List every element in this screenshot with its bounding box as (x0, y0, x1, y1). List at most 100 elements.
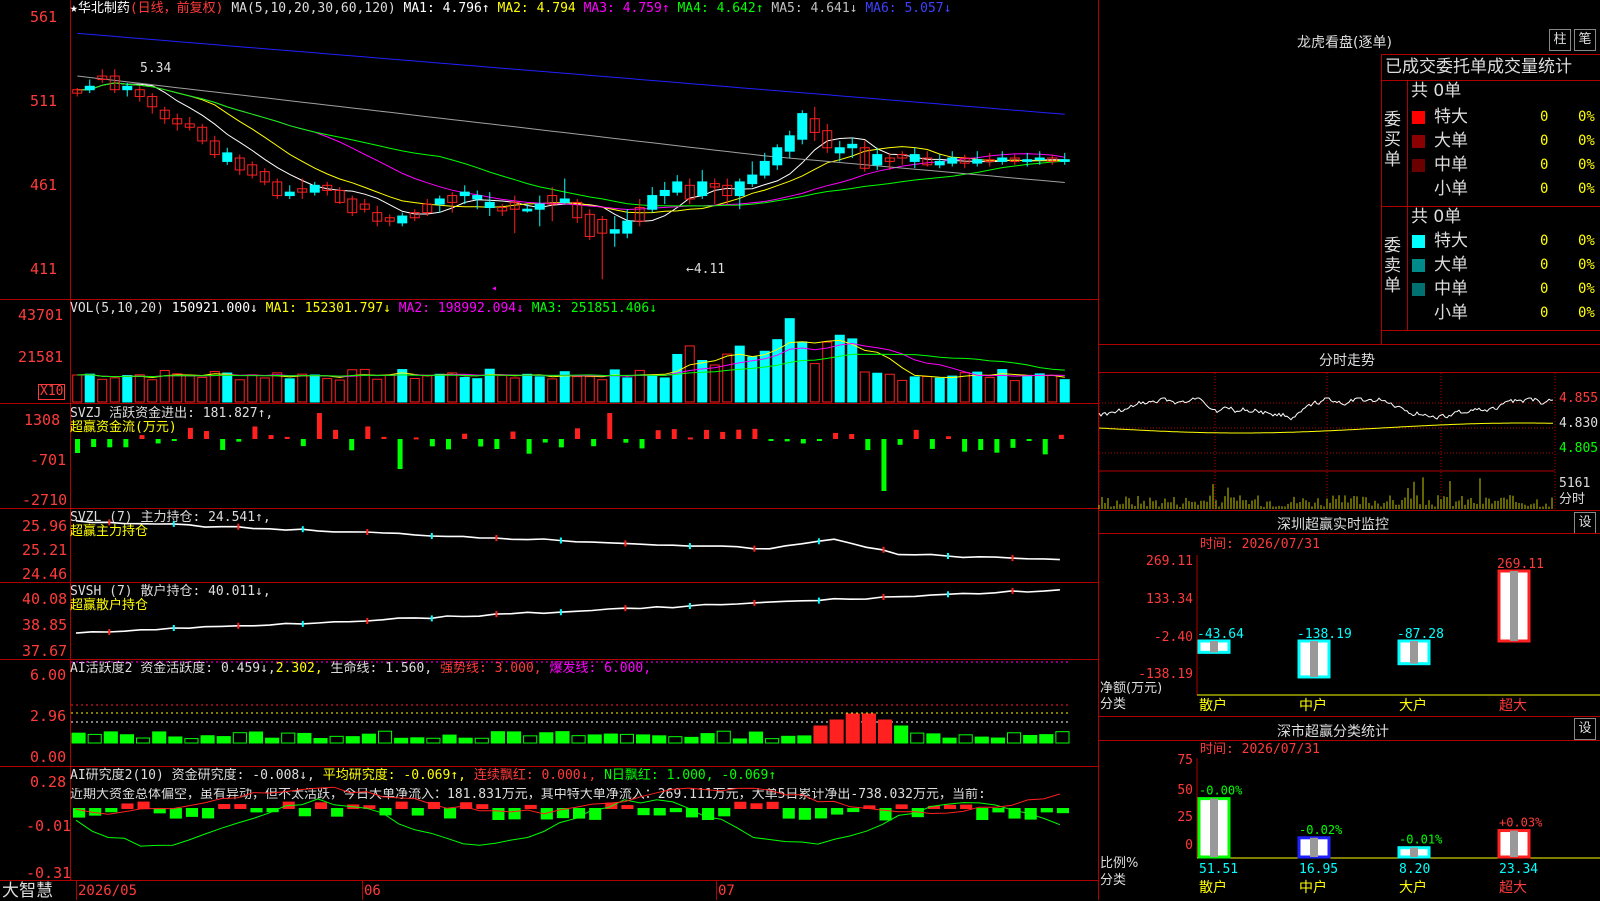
candle-body (947, 157, 958, 164)
activity-bar (571, 735, 586, 744)
research-bar (782, 808, 795, 819)
monitor-bar-label: 269.11 (1497, 557, 1544, 572)
volume-bar (422, 375, 433, 403)
volume-bar (972, 371, 983, 403)
sell-row-name: 小单 (1434, 303, 1468, 323)
svzl-chart[interactable] (71, 509, 1097, 581)
svsh-svg-tick (237, 622, 240, 629)
svzj-bar (139, 435, 145, 439)
research-bar (992, 808, 1005, 813)
monitor-chart[interactable]: 269.11 133.34 -2.40 -138.19 -43.64 散户 -138.19 中… (1099, 554, 1600, 715)
monitor-bar-label: -87.28 (1397, 627, 1444, 642)
purple-marker: ◂ (491, 283, 497, 294)
star-icon[interactable]: ★ (70, 1, 78, 16)
classify-y-label: 25 (1177, 810, 1193, 825)
activity-bar (506, 731, 522, 744)
research-bar (379, 808, 392, 816)
price-chart[interactable]: ◂ (71, 18, 1097, 298)
ma-params: MA(5,10,20,30,60,120) (231, 1, 396, 16)
svzj-bar (639, 439, 645, 449)
activity-bar (490, 731, 505, 744)
activity-bar (619, 733, 635, 744)
classify-settings-button[interactable]: 设 (1574, 718, 1596, 740)
volume-bar (959, 372, 970, 403)
classify-value: 16.95 (1299, 862, 1338, 877)
volume-bar (172, 373, 183, 403)
volume-bar (909, 376, 920, 403)
monitor-settings-button[interactable]: 设 (1574, 512, 1596, 534)
brand-logo[interactable]: 大智慧 (2, 882, 53, 900)
volume-bar (809, 363, 820, 403)
volume-bar (497, 374, 508, 403)
sell-row-count: 0 (1540, 257, 1549, 273)
activity-bar (636, 734, 651, 744)
candle-body (734, 181, 745, 197)
volume-bar (434, 373, 445, 403)
monitor-head-line (1099, 533, 1600, 534)
research-bar (492, 808, 505, 821)
svzj-bar (1010, 439, 1016, 448)
svzl-svg-tick (430, 533, 433, 539)
fenshi-top (1099, 344, 1600, 345)
candle-body (997, 157, 1008, 162)
svzj-bar (252, 426, 258, 439)
buy-total: 共 0单 (1411, 81, 1462, 101)
svsh-y-1: 40.08 (22, 590, 68, 608)
buy-row-pct: 0% (1578, 181, 1595, 197)
svsh-svg-tick (688, 603, 691, 609)
candle-body (909, 154, 920, 162)
intraday-chart[interactable] (1098, 373, 1556, 509)
ma4-line (77, 82, 1065, 207)
ai2-chart[interactable] (71, 660, 1097, 765)
volume-bar (784, 318, 795, 403)
buy-color-swatch (1412, 135, 1425, 148)
activity-bar (652, 735, 667, 744)
classify-chart[interactable]: 75 50 25 0 -0.00% 51.51 散户 -0.02% 16.95 中户 -0.01% 8… (1099, 753, 1600, 900)
sell-row-count: 0 (1540, 233, 1549, 249)
svsh-svg-tick (947, 591, 949, 598)
buy-row-pct: 0% (1578, 109, 1595, 125)
classify-bar-shade (1510, 830, 1518, 857)
research-bar (895, 804, 908, 809)
activity-bar (119, 734, 135, 744)
svzl-svg-tick (495, 535, 498, 541)
volume-bar (384, 375, 395, 403)
buy-color-swatch (1412, 111, 1425, 124)
date-label-2: 06 (364, 883, 381, 899)
volume-bar (797, 341, 808, 403)
volume-bar (309, 374, 320, 403)
svzj-bar (816, 439, 822, 441)
candle-body (672, 181, 683, 193)
activity-bar (216, 736, 231, 744)
research-bar (1056, 808, 1069, 814)
classify-head-line (1099, 740, 1600, 741)
svzj-chart[interactable] (71, 404, 1097, 507)
svsh-svg-tick (301, 620, 304, 627)
volume-bar (534, 376, 545, 403)
ma5-value: MA5: 4.641↓ (771, 1, 858, 16)
volume-bar (272, 372, 283, 403)
tab-zhu[interactable]: 柱 (1549, 29, 1571, 51)
classify-category: 中户 (1299, 879, 1327, 896)
volume-chart[interactable] (71, 300, 1097, 403)
svzj-bar (107, 439, 113, 448)
research-chart[interactable] (71, 786, 1097, 878)
svsh-svg-tick (430, 615, 433, 622)
svzl-svg-tick (882, 546, 885, 553)
activity-bar (87, 733, 102, 744)
svzj-bar (962, 439, 968, 452)
vol-ma2-line (77, 342, 1065, 378)
activity-bar (281, 732, 296, 744)
svzl-svg-tick (624, 540, 627, 547)
svzj-bar (91, 439, 97, 448)
classify-ylabel: 比例% (1100, 856, 1139, 871)
tab-bi[interactable]: 笔 (1574, 29, 1596, 51)
activity-bar (103, 731, 118, 744)
svzl-svg-tick (559, 537, 562, 544)
ma4-value: MA4: 4.642↑ (677, 1, 764, 16)
svsh-chart[interactable] (71, 583, 1097, 658)
svzj-bar (945, 436, 951, 439)
activity-bar (265, 737, 280, 744)
research-bar (137, 801, 150, 809)
svzj-bar (784, 439, 790, 442)
